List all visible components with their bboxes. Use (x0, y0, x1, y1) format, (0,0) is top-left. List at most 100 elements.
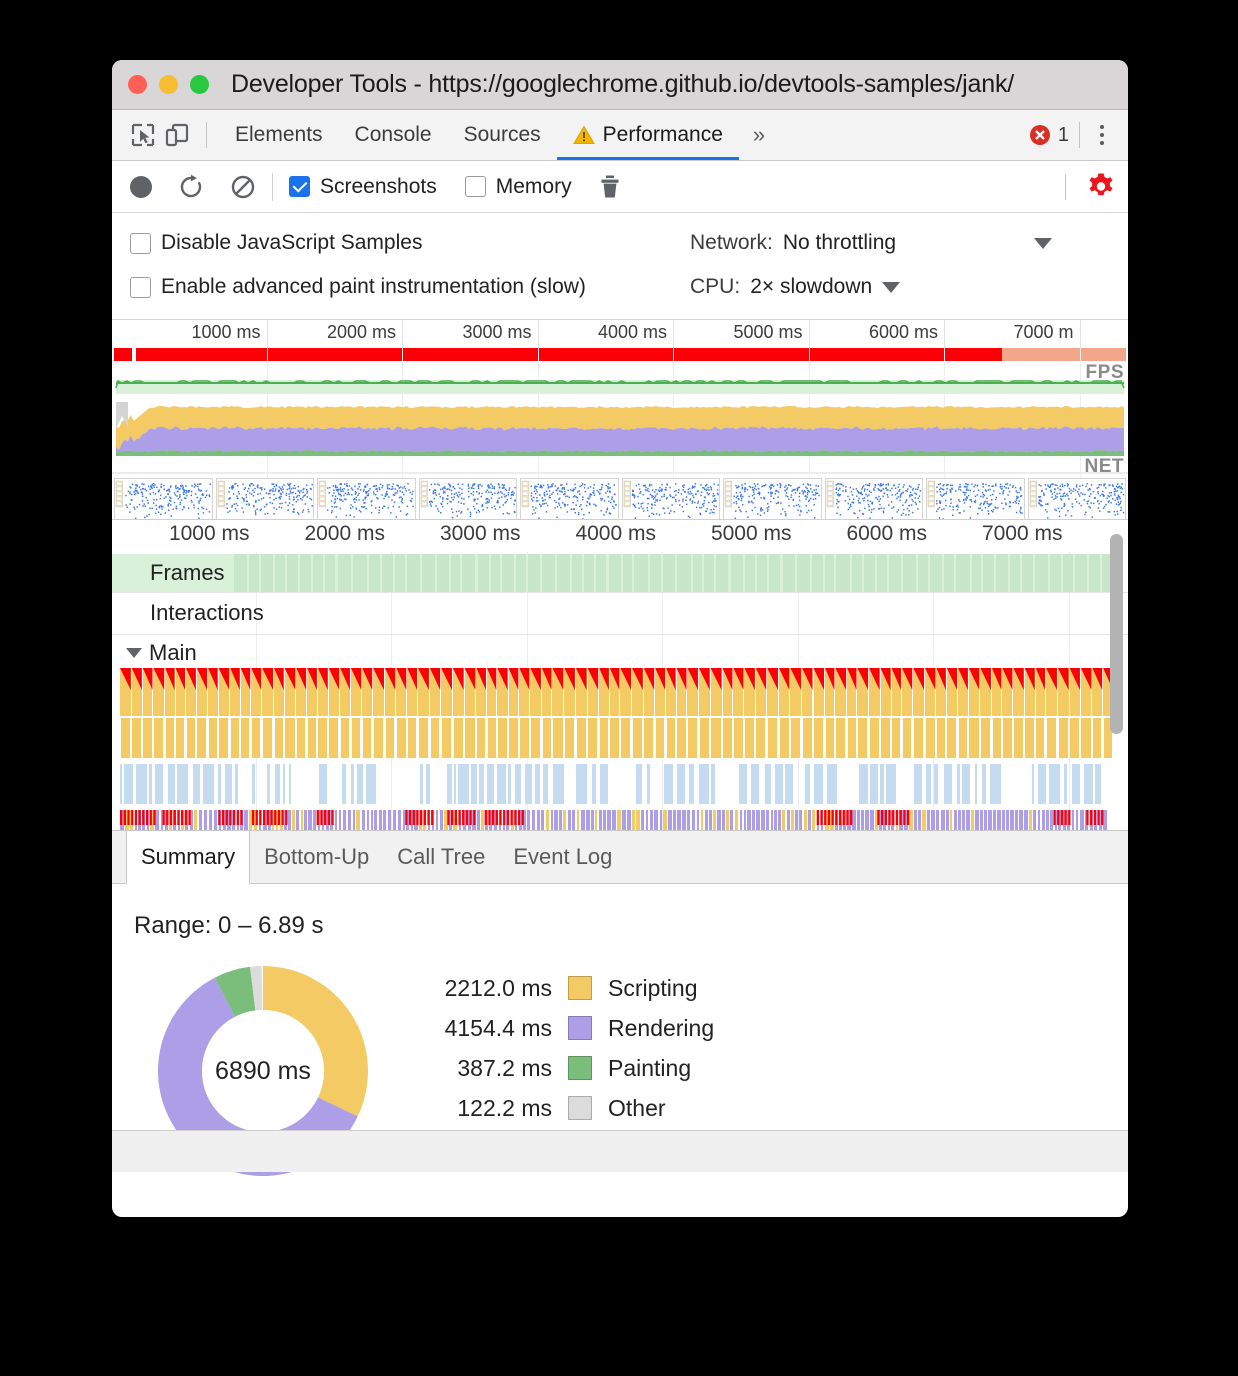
frame-bar[interactable] (693, 554, 703, 592)
flame-block[interactable] (219, 718, 228, 758)
flame-block[interactable] (283, 764, 285, 804)
trash-icon[interactable] (598, 174, 622, 200)
flame-block[interactable] (203, 764, 214, 804)
flame-block[interactable] (723, 718, 732, 758)
frame-bar[interactable] (275, 554, 285, 592)
flame-row-function-call[interactable] (112, 718, 1128, 758)
flame-block[interactable] (508, 764, 512, 804)
flame-block[interactable] (543, 764, 549, 804)
flame-block[interactable] (297, 718, 305, 758)
memory-checkbox[interactable]: Memory (465, 175, 572, 199)
flame-block[interactable] (252, 718, 261, 758)
frame-bar[interactable] (572, 554, 582, 592)
flame-block[interactable] (576, 764, 586, 804)
flame-block[interactable] (1032, 764, 1034, 804)
flame-block[interactable] (677, 718, 686, 758)
inspect-element-icon[interactable] (126, 118, 160, 152)
frame-bar[interactable] (1010, 554, 1020, 592)
flame-block[interactable] (318, 718, 326, 758)
flame-block[interactable] (197, 718, 206, 758)
filmstrip-thumbnail[interactable] (1028, 478, 1127, 520)
disable-js-samples-checkbox[interactable]: Disable JavaScript Samples (130, 231, 422, 255)
flame-block[interactable] (765, 764, 772, 804)
flame-block[interactable] (285, 718, 294, 758)
legend-row[interactable]: 387.2 msPainting (412, 1048, 714, 1088)
frame-bar[interactable] (623, 554, 632, 592)
network-throttling-select[interactable]: Network: No throttling (690, 231, 1052, 255)
flame-block[interactable] (308, 718, 316, 758)
frame-bar[interactable] (407, 554, 420, 592)
frame-bar[interactable] (528, 554, 540, 592)
filmstrip-thumbnail[interactable] (723, 478, 822, 520)
flame-block[interactable] (488, 718, 496, 758)
flame-block[interactable] (121, 718, 130, 758)
flame-block[interactable] (903, 718, 912, 758)
flame-block[interactable] (836, 718, 845, 758)
flame-block[interactable] (791, 718, 800, 758)
filmstrip-thumbnail[interactable] (216, 478, 315, 520)
flame-block[interactable] (176, 718, 184, 758)
tab-bottom-up[interactable]: Bottom-Up (250, 831, 383, 883)
flame-block[interactable] (235, 764, 237, 804)
flame-block[interactable] (458, 764, 469, 804)
frame-bar[interactable] (918, 554, 928, 592)
frame-bar[interactable] (437, 554, 449, 592)
flame-block[interactable] (225, 764, 232, 804)
frame-bar[interactable] (983, 554, 993, 592)
flame-block[interactable] (479, 764, 483, 804)
flame-block[interactable] (231, 718, 239, 758)
flame-block[interactable] (827, 764, 837, 804)
flame-block[interactable] (914, 718, 923, 758)
flame-block[interactable] (1038, 764, 1047, 804)
flame-block[interactable] (814, 718, 823, 758)
flame-block[interactable] (751, 764, 759, 804)
frame-bar[interactable] (462, 554, 475, 592)
flame-block[interactable] (132, 718, 141, 758)
flame-block[interactable] (1047, 718, 1056, 758)
tab-console[interactable]: Console (339, 110, 448, 160)
frame-bar[interactable] (1035, 554, 1048, 592)
frame-bar[interactable] (825, 554, 834, 592)
flame-block[interactable] (531, 718, 540, 758)
filmstrip-thumbnail[interactable] (926, 478, 1025, 520)
flame-block[interactable] (700, 718, 709, 758)
flame-block[interactable] (926, 764, 931, 804)
record-icon[interactable] (130, 176, 152, 198)
flame-block[interactable] (814, 764, 823, 804)
overview-filmstrip[interactable] (112, 478, 1128, 520)
flame-block[interactable] (136, 764, 147, 804)
frame-bar[interactable] (609, 554, 621, 592)
flame-block[interactable] (600, 764, 609, 804)
flame-block[interactable] (565, 718, 574, 758)
flame-block[interactable] (1064, 764, 1067, 804)
flame-block[interactable] (177, 764, 188, 804)
legend-row[interactable]: 4154.4 msRendering (412, 1008, 714, 1048)
cpu-throttling-select[interactable]: CPU: 2× slowdown (690, 275, 900, 299)
flame-block[interactable] (263, 718, 272, 758)
flame-block[interactable] (775, 764, 783, 804)
flame-block[interactable] (442, 718, 451, 758)
error-count-badge[interactable]: 1 (1029, 124, 1069, 147)
flame-block[interactable] (1003, 718, 1012, 758)
flame-row-layout[interactable] (112, 764, 1128, 804)
frame-bar[interactable] (1022, 554, 1034, 592)
frame-bar[interactable] (930, 554, 942, 592)
flame-block[interactable] (420, 764, 423, 804)
flame-block[interactable] (870, 764, 878, 804)
flame-block[interactable] (914, 764, 922, 804)
frame-bar[interactable] (903, 554, 916, 592)
frame-bar[interactable] (650, 554, 662, 592)
network-chevron-down-icon[interactable] (1034, 238, 1052, 249)
flame-block[interactable] (756, 718, 765, 758)
flame-block[interactable] (143, 718, 151, 758)
flame-block[interactable] (252, 764, 255, 804)
flame-block[interactable] (1093, 718, 1101, 758)
screenshots-checkbox[interactable]: Screenshots (289, 175, 437, 199)
tab-sources[interactable]: Sources (448, 110, 557, 160)
flame-block[interactable] (803, 718, 812, 758)
flame-block[interactable] (689, 764, 694, 804)
flame-block[interactable] (397, 718, 406, 758)
frame-bar[interactable] (889, 554, 901, 592)
frame-bar[interactable] (353, 554, 367, 592)
flame-block[interactable] (289, 764, 291, 804)
